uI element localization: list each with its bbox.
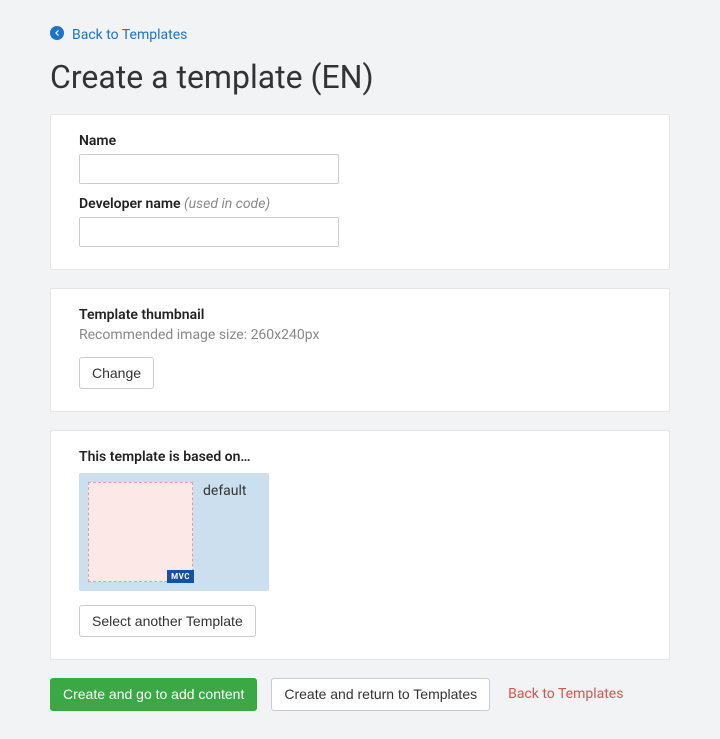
back-link-label: Back to Templates: [72, 27, 187, 43]
developer-name-input[interactable]: [79, 217, 339, 247]
mvc-badge: MVC: [167, 570, 194, 583]
panel-based-on: This template is based on… MVC default S…: [50, 430, 670, 660]
thumbnail-recommendation: Recommended image size: 260x240px: [79, 327, 641, 343]
based-on-heading: This template is based on…: [79, 449, 641, 465]
actions-row: Create and go to add content Create and …: [50, 678, 670, 710]
thumbnail-heading: Template thumbnail: [79, 307, 641, 323]
panel-thumbnail: Template thumbnail Recommended image siz…: [50, 288, 670, 412]
back-to-templates-link-bottom[interactable]: Back to Templates: [508, 686, 623, 702]
name-label: Name: [79, 133, 641, 149]
based-on-template-name: default: [193, 482, 247, 502]
developer-name-label: Developer name (used in code): [79, 196, 641, 212]
arrow-left-circle-icon: [50, 26, 64, 44]
based-on-template-card: MVC default: [79, 473, 269, 591]
panel-basic-fields: Name Developer name (used in code): [50, 114, 670, 270]
page-title: Create a template (EN): [50, 58, 670, 96]
back-to-templates-link-top[interactable]: Back to Templates: [50, 26, 187, 44]
create-and-add-content-button[interactable]: Create and go to add content: [50, 678, 257, 710]
select-another-template-button[interactable]: Select another Template: [79, 605, 256, 637]
create-and-return-button[interactable]: Create and return to Templates: [271, 678, 490, 710]
template-thumbnail-placeholder: MVC: [88, 482, 193, 582]
change-thumbnail-button[interactable]: Change: [79, 357, 154, 389]
name-input[interactable]: [79, 154, 339, 184]
